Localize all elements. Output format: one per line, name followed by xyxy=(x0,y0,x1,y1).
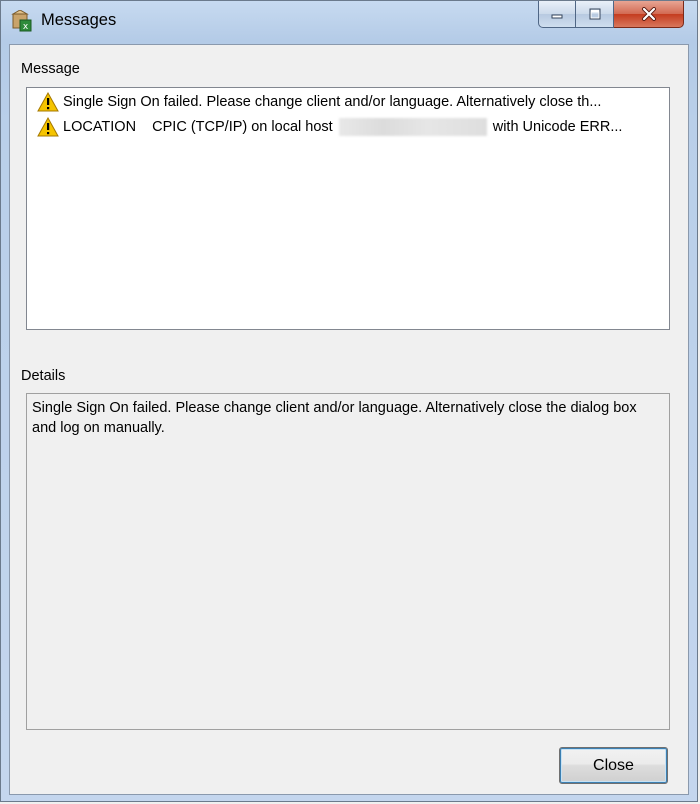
close-icon xyxy=(641,7,656,21)
app-icon: x xyxy=(11,10,32,32)
message-section-label: Message xyxy=(21,61,80,77)
window-title: Messages xyxy=(41,11,117,29)
warning-icon xyxy=(37,92,59,112)
svg-text:x: x xyxy=(23,22,29,32)
message-text-suffix: with Unicode ERR... xyxy=(488,119,623,135)
close-button[interactable]: Close xyxy=(559,747,668,784)
details-text: Single Sign On failed. Please change cli… xyxy=(32,400,637,436)
title-bar[interactable]: x Messages xyxy=(1,1,697,39)
message-list[interactable]: Single Sign On failed. Please change cli… xyxy=(26,87,670,330)
message-text: Single Sign On failed. Please change cli… xyxy=(63,94,602,110)
message-row[interactable]: Single Sign On failed. Please change cli… xyxy=(27,91,667,113)
minimize-button[interactable] xyxy=(538,1,576,28)
minimize-icon xyxy=(551,14,563,19)
warning-icon xyxy=(37,117,59,137)
maximize-button[interactable] xyxy=(576,1,614,28)
maximize-icon xyxy=(589,8,600,20)
details-text-area[interactable]: Single Sign On failed. Please change cli… xyxy=(26,393,670,730)
message-row[interactable]: LOCATION CPIC (TCP/IP) on local host wit… xyxy=(27,116,667,138)
window-close-button[interactable] xyxy=(614,1,684,28)
details-section-label: Details xyxy=(21,368,66,384)
message-text-prefix: LOCATION CPIC (TCP/IP) on local host xyxy=(63,119,337,135)
redacted-host xyxy=(338,118,487,136)
